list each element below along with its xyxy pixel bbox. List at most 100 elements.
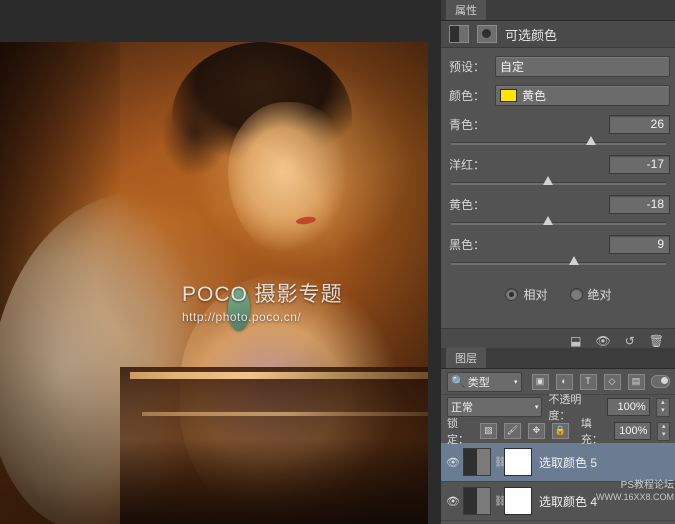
document-image[interactable]: POCO 摄影专题 http://photo.poco.cn/ 宋 [0,42,428,524]
watermark-title: POCO 摄影专题 [182,282,343,308]
preset-label: 预设： [449,58,495,75]
type-layers-icon[interactable]: T [580,374,597,390]
watermark: POCO 摄影专题 http://photo.poco.cn/ [182,282,343,325]
layer-mask-icon [477,25,497,43]
slider-magenta-value[interactable]: -17 [609,155,670,174]
slider-yellow-rail [451,222,666,225]
color-value: 黄色 [522,87,546,104]
layer-adjustment-thumbnail[interactable] [463,448,491,476]
preset-row: 预设： 自定 [441,56,675,76]
blend-mode-select[interactable]: 正常 ▾ [447,397,542,417]
slider-yellow-track[interactable] [451,214,666,232]
forum-watermark-line1: PS教程论坛 [596,479,674,492]
color-swatch-icon [500,89,517,102]
layers-panel: 图层 🔍 类型 ▾ ▣ ◐ T ◇ ▤ 正常 [441,348,675,524]
slider-black-thumb[interactable] [569,256,579,265]
watermark-url: http://photo.poco.cn/ [182,310,343,325]
radio-absolute-label: 绝对 [588,286,612,303]
properties-tab-bar[interactable]: 属性 [441,0,675,21]
slider-black-rail [451,262,666,265]
method-radio-group: 相对 绝对 [441,286,675,303]
right-panel-column: 属性 可选颜色 预设： 自定 颜色： 黄色 [440,0,675,524]
slider-cyan-value[interactable]: 26 [609,115,670,134]
lock-icon-group: ▨ 🖌 ✥ 🔒 [480,423,569,439]
link-icon[interactable]: ⛓ [494,457,504,468]
filter-toggle[interactable] [651,375,671,388]
chevron-down-icon: ▾ [514,378,518,386]
canvas-area[interactable]: POCO 摄影专题 http://photo.poco.cn/ 宋 [0,0,440,524]
reset-icon[interactable]: ↺ [625,335,635,347]
fill-stepper[interactable]: ▴▾ [657,422,670,441]
pixel-layers-icon[interactable]: ▣ [532,374,549,390]
adjustment-header: 可选颜色 [441,21,675,48]
layer-filter-kind-label: 类型 [468,374,490,390]
blend-mode-row: 正常 ▾ 不透明度： 100% ▴▾ [441,395,675,419]
slider-cyan-label: 青色： [449,116,495,133]
lock-image-icon[interactable]: 🖌 [504,423,521,439]
tab-properties[interactable]: 属性 [446,0,486,20]
shape-layers-icon[interactable]: ◇ [604,374,621,390]
opacity-value[interactable]: 100% [607,398,650,416]
layer-filter-kind-select[interactable]: 🔍 类型 ▾ [447,372,522,392]
layer-filter-icons: ▣ ◐ T ◇ ▤ [528,374,645,390]
properties-body: 预设： 自定 颜色： 黄色 青色： 26 [441,48,675,352]
adjustment-layer-icon [449,25,469,43]
slider-yellow-thumb[interactable] [543,216,553,225]
adjustment-layers-icon[interactable]: ◐ [556,374,573,390]
smart-object-icon[interactable]: ▤ [628,374,645,390]
search-icon: 🔍 [451,375,465,388]
slider-yellow-value[interactable]: -18 [609,195,670,214]
radio-relative[interactable]: 相对 [505,286,547,303]
slider-black-track[interactable] [451,254,666,272]
lock-label: 锁定： [447,415,474,447]
delete-icon[interactable]: 🗑 [649,335,664,347]
forum-watermark-line2: WWW.16XX8.COM [596,492,674,504]
toggle-visibility-icon[interactable]: 👁 [595,335,610,347]
slider-yellow-label: 黄色： [449,196,495,213]
adjustment-title: 可选颜色 [505,25,557,44]
layer-name: 选取颜色 5 [539,454,597,471]
blend-mode-value: 正常 [451,399,473,415]
slider-magenta-label: 洋红： [449,156,495,173]
fill-value[interactable]: 100% [614,422,652,440]
chevron-down-icon: ▾ [535,403,539,411]
lock-position-icon[interactable]: ✥ [528,423,545,439]
slider-magenta-track[interactable] [451,174,666,192]
slider-black: 黑色： 9 [441,234,675,272]
eye-icon[interactable]: 👁 [443,456,463,469]
layers-tab-bar[interactable]: 图层 [441,348,675,369]
slider-yellow: 黄色： -18 [441,194,675,232]
preset-value: 自定 [500,58,524,75]
eye-icon[interactable]: 👁 [443,495,463,508]
layer-mask-thumbnail[interactable] [504,448,532,476]
opacity-stepper[interactable]: ▴▾ [656,398,670,417]
color-row: 颜色： 黄色 [441,85,675,105]
slider-cyan: 青色： 26 [441,114,675,152]
lock-all-icon[interactable]: 🔒 [552,423,569,439]
radio-relative-dot [505,288,518,301]
preset-select[interactable]: 自定 [495,56,670,77]
slider-cyan-track[interactable] [451,134,666,152]
photoshop-window: POCO 摄影专题 http://photo.poco.cn/ 宋 属性 可选颜… [0,0,675,524]
layer-name: 选取颜色 4 [539,493,597,510]
slider-cyan-rail [451,142,666,145]
layer-adjustment-thumbnail[interactable] [463,487,491,515]
link-icon[interactable]: ⛓ [494,496,504,507]
tab-layers[interactable]: 图层 [446,347,486,368]
color-label: 颜色： [449,87,495,104]
layer-mask-thumbnail[interactable] [504,487,532,515]
fill-label: 填充： [581,415,608,447]
radio-relative-label: 相对 [523,286,547,303]
color-select[interactable]: 黄色 [495,85,670,106]
slider-magenta-thumb[interactable] [543,176,553,185]
radio-absolute-dot [570,288,583,301]
slider-cyan-thumb[interactable] [586,136,596,145]
clip-to-layer-icon[interactable]: ⬓ [570,335,581,347]
slider-magenta: 洋红： -17 [441,154,675,192]
layer-row-selected[interactable]: 👁 ⛓ 选取颜色 5 [441,443,675,482]
slider-black-value[interactable]: 9 [609,235,670,254]
slider-black-label: 黑色： [449,236,495,253]
radio-absolute[interactable]: 绝对 [570,286,612,303]
lock-transparent-icon[interactable]: ▨ [480,423,497,439]
slider-magenta-rail [451,182,666,185]
